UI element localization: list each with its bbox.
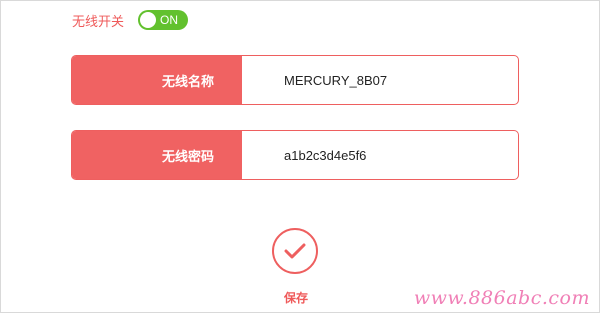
toggle-knob	[140, 12, 157, 28]
wifi-toggle[interactable]: ON	[138, 10, 189, 30]
ssid-label: 无线名称	[72, 56, 242, 104]
checkmark-icon	[284, 243, 306, 259]
wifi-switch-row: 无线开关 ON	[72, 10, 189, 30]
wifi-switch-label: 无线开关	[72, 14, 125, 30]
watermark: www.886abc.com	[413, 287, 590, 309]
save-label: 保存	[283, 291, 308, 305]
password-field[interactable]: 无线密码 a1b2c3d4e5f6	[71, 130, 519, 180]
ssid-field[interactable]: 无线名称 MERCURY_8B07	[71, 55, 519, 105]
password-label: 无线密码	[72, 131, 242, 179]
toggle-state-text: ON	[160, 13, 179, 27]
save-button[interactable]	[272, 228, 318, 274]
password-input[interactable]: a1b2c3d4e5f6	[242, 131, 518, 179]
ssid-input[interactable]: MERCURY_8B07	[242, 56, 518, 104]
